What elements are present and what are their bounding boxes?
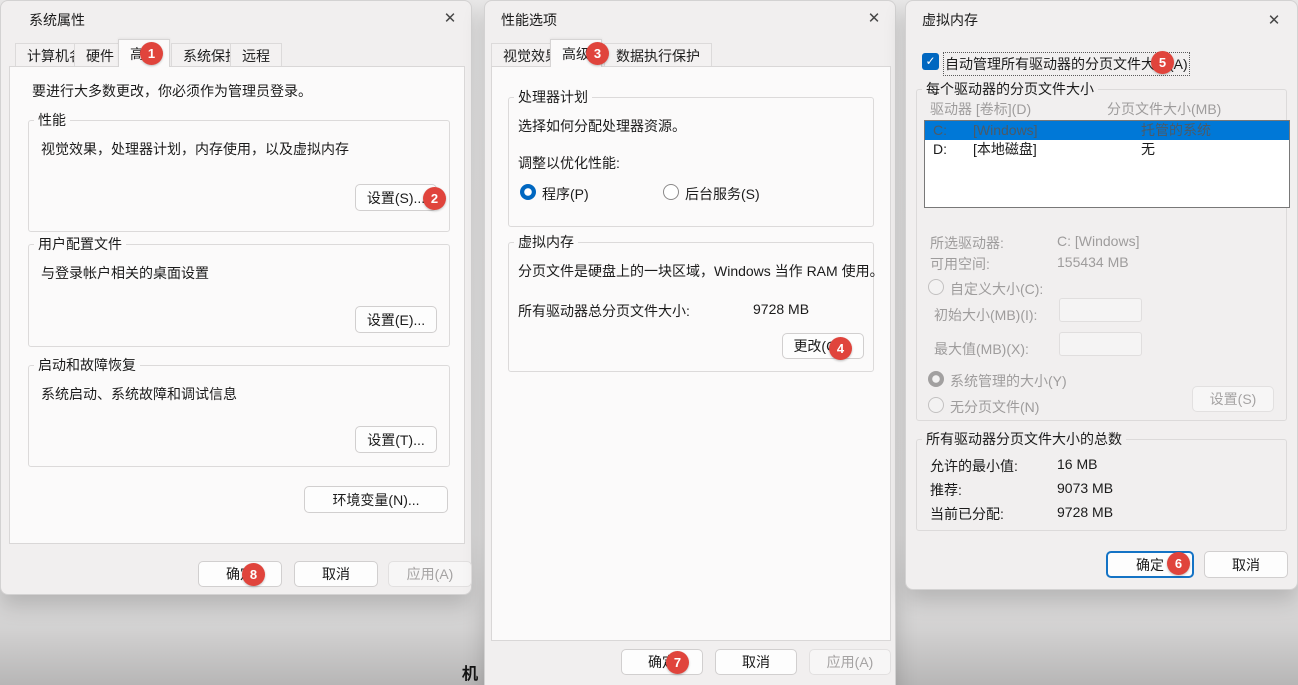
background-services-radio-label[interactable]: 后台服务(S) [685, 184, 760, 204]
tab-remote[interactable]: 远程 [230, 43, 282, 67]
drive-row-d[interactable]: D: [本地磁盘] 无 [925, 140, 1289, 159]
step-badge-7: 7 [666, 651, 689, 674]
per-drive-group-title: 每个驱动器的分页文件大小 [922, 81, 1098, 98]
background-text-fragment: 机 [462, 660, 478, 684]
recommended-label: 推荐: [930, 480, 962, 500]
user-profiles-settings-button[interactable]: 设置(E)... [355, 306, 437, 333]
size-column-header: 分页文件大小(MB) [1107, 99, 1221, 119]
user-profiles-group-title: 用户配置文件 [34, 236, 126, 253]
tab-strip: 视觉效果 高级 数据执行保护 [491, 39, 891, 67]
system-managed-radio [928, 371, 944, 387]
virtual-memory-group-title: 虚拟内存 [514, 234, 578, 251]
virtual-memory-titlebar: 虚拟内存 ✕ [906, 1, 1297, 37]
step-badge-5: 5 [1151, 51, 1174, 74]
selected-drive-value: C: [Windows] [1057, 233, 1139, 249]
recommended-value: 9073 MB [1057, 480, 1113, 496]
max-size-input [1059, 332, 1142, 356]
currently-allocated-value: 9728 MB [1057, 504, 1113, 520]
background-services-radio[interactable] [663, 184, 679, 200]
performance-group-title: 性能 [34, 112, 70, 129]
selected-drive-label: 所选驱动器: [930, 233, 1004, 253]
dialog-title: 系统属性 [29, 10, 85, 30]
minimum-allowed-label: 允许的最小值: [930, 456, 1018, 476]
close-icon[interactable]: ✕ [437, 7, 463, 31]
available-space-value: 155434 MB [1057, 254, 1129, 270]
apply-button: 应用(A) [809, 649, 891, 675]
drive-volume: [本地磁盘] [973, 140, 1037, 159]
ok-button[interactable]: 确定 [621, 649, 703, 675]
cancel-button[interactable]: 取消 [715, 649, 797, 675]
total-paging-value: 9728 MB [753, 301, 809, 317]
drive-letter: D: [933, 140, 947, 159]
currently-allocated-label: 当前已分配: [930, 504, 1004, 524]
drive-column-header: 驱动器 [卷标](D) [930, 99, 1031, 119]
no-paging-file-radio [928, 397, 944, 413]
processor-scheduling-group: 处理器计划 选择如何分配处理器资源。 调整以优化性能: 程序(P) 后台服务(S… [508, 97, 874, 227]
tab-strip: 计算机名 硬件 高级 系统保护 远程 [15, 39, 455, 67]
initial-size-label: 初始大小(MB)(I): [934, 305, 1037, 325]
startup-recovery-group-desc: 系统启动、系统故障和调试信息 [41, 384, 237, 404]
step-badge-2: 2 [423, 187, 446, 210]
dialog-title: 性能选项 [501, 10, 557, 30]
drive-paging-size: 无 [1141, 140, 1155, 159]
performance-options-dialog: 性能选项 ✕ 视觉效果 高级 数据执行保护 3 处理器计划 选择如何分配处理器资… [484, 0, 896, 685]
programs-radio[interactable] [520, 184, 536, 200]
no-paging-file-radio-label: 无分页文件(N) [950, 397, 1039, 417]
system-properties-dialog: 系统属性 ✕ 计算机名 硬件 高级 系统保护 远程 1 要进行大多数更改，你必须… [0, 0, 472, 595]
totals-group-title: 所有驱动器分页文件大小的总数 [922, 431, 1126, 448]
admin-notice-text: 要进行大多数更改，你必须作为管理员登录。 [32, 81, 312, 101]
check-icon: ✓ [925, 54, 935, 68]
close-icon[interactable]: ✕ [861, 7, 887, 31]
user-profiles-group-desc: 与登录帐户相关的桌面设置 [41, 263, 209, 283]
startup-recovery-settings-button[interactable]: 设置(T)... [355, 426, 437, 453]
processor-group-title: 处理器计划 [514, 89, 592, 106]
dialog-title: 虚拟内存 [922, 10, 978, 30]
custom-size-radio-label: 自定义大小(C): [950, 279, 1043, 299]
step-badge-8: 8 [242, 563, 265, 586]
ok-button[interactable]: 确定 [198, 561, 282, 587]
startup-recovery-group: 启动和故障恢复 系统启动、系统故障和调试信息 设置(T)... [28, 365, 450, 467]
set-button: 设置(S) [1192, 386, 1274, 412]
user-profiles-group: 用户配置文件 与登录帐户相关的桌面设置 设置(E)... [28, 244, 450, 347]
system-managed-radio-label: 系统管理的大小(Y) [950, 371, 1067, 391]
available-space-label: 可用空间: [930, 254, 990, 274]
performance-options-titlebar: 性能选项 ✕ [485, 1, 895, 37]
total-paging-label: 所有驱动器总分页文件大小: [518, 301, 690, 321]
custom-size-radio [928, 279, 944, 295]
totals-group: 所有驱动器分页文件大小的总数 允许的最小值: 16 MB 推荐: 9073 MB… [916, 439, 1287, 531]
environment-variables-button[interactable]: 环境变量(N)... [304, 486, 448, 513]
performance-group-desc: 视觉效果，处理器计划，内存使用，以及虚拟内存 [41, 139, 349, 159]
drive-listbox[interactable]: C: [Windows] 托管的系统 D: [本地磁盘] 无 [924, 120, 1290, 208]
advanced-tab-panel: 处理器计划 选择如何分配处理器资源。 调整以优化性能: 程序(P) 后台服务(S… [491, 66, 891, 641]
minimum-allowed-value: 16 MB [1057, 456, 1097, 472]
auto-manage-checkbox[interactable]: ✓ [922, 53, 939, 70]
drive-volume: [Windows] [973, 121, 1038, 140]
processor-group-desc: 选择如何分配处理器资源。 [518, 116, 686, 136]
step-badge-6: 6 [1167, 552, 1190, 575]
virtual-memory-group: 虚拟内存 分页文件是硬盘上的一块区域，Windows 当作 RAM 使用。 所有… [508, 242, 874, 372]
adjust-performance-label: 调整以优化性能: [518, 153, 620, 173]
performance-group: 性能 视觉效果，处理器计划，内存使用，以及虚拟内存 设置(S)... [28, 120, 450, 232]
programs-radio-label[interactable]: 程序(P) [542, 184, 589, 204]
cancel-button[interactable]: 取消 [1204, 551, 1288, 578]
virtual-memory-dialog: 虚拟内存 ✕ ✓ 自动管理所有驱动器的分页文件大小(A) 5 每个驱动器的分页文… [905, 0, 1298, 590]
drive-letter: C: [933, 121, 947, 140]
system-properties-titlebar: 系统属性 ✕ [1, 1, 471, 37]
tab-dep[interactable]: 数据执行保护 [604, 43, 712, 67]
close-icon[interactable]: ✕ [1261, 9, 1287, 33]
paging-file-desc: 分页文件是硬盘上的一块区域，Windows 当作 RAM 使用。 [518, 261, 884, 281]
startup-recovery-group-title: 启动和故障恢复 [34, 357, 140, 374]
step-badge-4: 4 [829, 337, 852, 360]
cancel-button[interactable]: 取消 [294, 561, 378, 587]
step-badge-3: 3 [586, 42, 609, 65]
max-size-label: 最大值(MB)(X): [934, 339, 1029, 359]
step-badge-1: 1 [140, 42, 163, 65]
drive-paging-size: 托管的系统 [1141, 121, 1211, 140]
drive-row-c[interactable]: C: [Windows] 托管的系统 [925, 121, 1289, 140]
per-drive-group: 每个驱动器的分页文件大小 驱动器 [卷标](D) 分页文件大小(MB) C: [… [916, 89, 1287, 421]
apply-button: 应用(A) [388, 561, 472, 587]
initial-size-input [1059, 298, 1142, 322]
advanced-tab-panel: 要进行大多数更改，你必须作为管理员登录。 性能 视觉效果，处理器计划，内存使用，… [9, 66, 465, 544]
